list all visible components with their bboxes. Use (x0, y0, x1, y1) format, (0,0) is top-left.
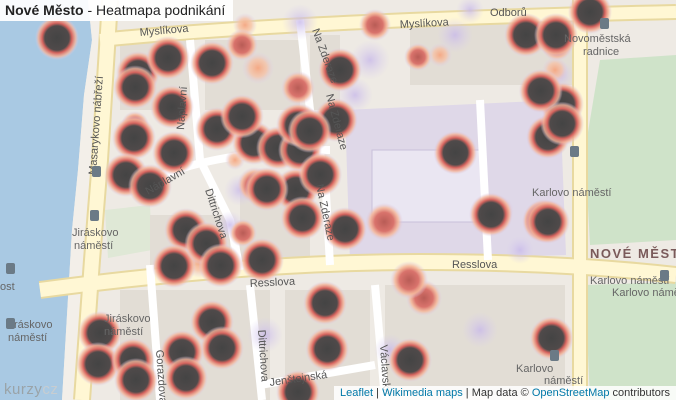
label-na-zderaze-low: Na Zderaze (313, 183, 337, 242)
label-jiraskovo-1a: Jiráskovo (72, 227, 118, 239)
map-attribution: Leaflet | Wikimedia maps | Map data © Op… (334, 386, 676, 400)
label-resslova-right: Resslova (452, 259, 498, 271)
label-dittrichova-low: Dittrichova (255, 329, 271, 383)
logo-text-a: kurzy (4, 381, 43, 398)
label-jiraskovo-1b: náměstí (74, 240, 113, 252)
label-na-zderaze-top: Na Zderaze (309, 27, 340, 85)
leaflet-link[interactable]: Leaflet (340, 387, 373, 399)
osm-link[interactable]: OpenStreetMap (532, 387, 610, 399)
label-radnice: radnice (583, 46, 619, 58)
title-district: Nové Město (5, 2, 84, 18)
label-na-zderaze-mid: Na Zderaze (323, 93, 349, 152)
label-jiraskovo-2b: náměstí (104, 326, 143, 338)
tram-icon (90, 210, 99, 221)
label-naplavni-vertical: Náplavní (175, 86, 190, 130)
labels-layer: Myslíkova Myslíkova Odborů Masarykovo ná… (0, 7, 676, 400)
label-district-nove-mesto: NOVÉ MĚST (590, 246, 676, 261)
label-myslikova: Myslíkova (400, 16, 450, 31)
label-karlovo-namesti-mid: Karlovo náměstí (532, 187, 611, 199)
label-karlovo-namesti-r1: Karlovo náměstí (590, 275, 669, 287)
tram-icon (660, 270, 669, 281)
kurzy-logo[interactable]: kurzycz (4, 381, 58, 398)
tram-icon (600, 18, 609, 29)
attribution-contributors: contributors (609, 387, 670, 399)
logo-text-b: cz (42, 381, 59, 398)
label-gorazdova: Gorazdova (153, 349, 169, 400)
label-karlovo-low: Karlovo (516, 363, 553, 375)
tram-icon (550, 350, 559, 361)
label-jenstejnska: Jenštejnská (269, 369, 329, 389)
label-jiraskovo-2a: Jiráskovo (104, 313, 150, 325)
label-most: ost (0, 281, 15, 293)
tram-icon (92, 166, 101, 177)
label-myslikova-top: Myslíkova (139, 23, 190, 39)
title-subtitle: - Heatmapa podnikání (83, 2, 226, 18)
attribution-sep: | (373, 387, 383, 399)
label-jiraskovo-3b: náměstí (8, 332, 47, 344)
label-novomestska: Novoměstská (564, 33, 632, 45)
label-masarykovo-nabrezi: Masarykovo nábřeží (87, 76, 106, 176)
map-title: Nové Město - Heatmapa podnikání (0, 0, 234, 21)
map[interactable]: Myslíkova Myslíkova Odborů Masarykovo ná… (0, 0, 676, 400)
label-odboru: Odborů (490, 7, 527, 19)
label-naplavni-diagonal: Náplavní (144, 165, 188, 197)
tram-icon (570, 146, 579, 157)
wikimedia-link[interactable]: Wikimedia maps (382, 387, 463, 399)
label-dittrichova: Dittrichova (202, 187, 230, 241)
label-karlovo-namesti-r2: Karlovo náměstí (612, 287, 676, 299)
attribution-mapdata: | Map data © (462, 387, 532, 399)
tram-icon (6, 263, 15, 274)
tram-icon (6, 318, 15, 329)
label-resslova-left: Resslova (250, 276, 297, 290)
